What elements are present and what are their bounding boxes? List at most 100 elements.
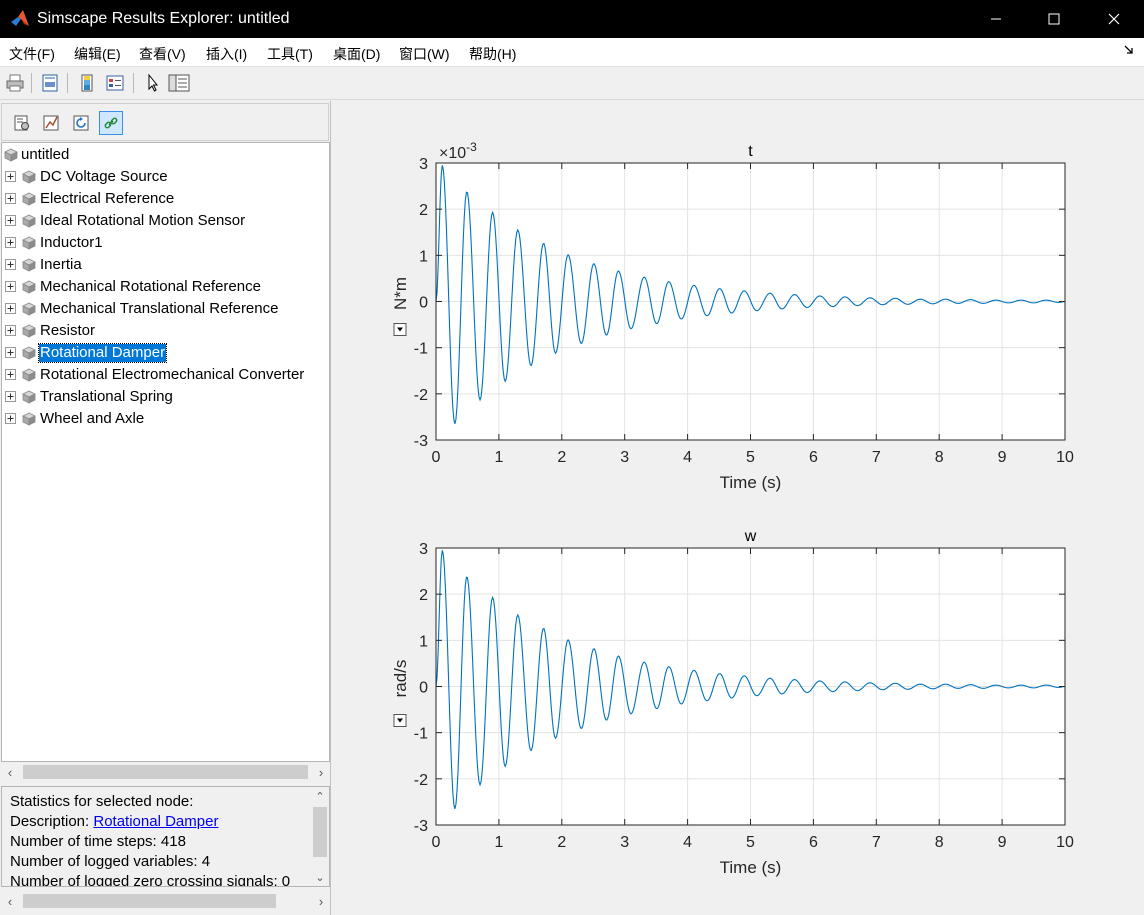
x-tick-label: 3 bbox=[620, 449, 629, 466]
figure-canvas: 0 1 2 3 4 5 6 7 8 9 103210-1-2-3tTime (s)N*m×10-30… bbox=[391, 140, 1074, 877]
node-cube-icon bbox=[22, 280, 36, 294]
minimize-button[interactable] bbox=[967, 0, 1024, 38]
y-axis-label: N*m bbox=[391, 277, 410, 310]
tree-item[interactable]: Inertia bbox=[2, 254, 329, 276]
menu-window[interactable]: 窗口(W) bbox=[399, 44, 450, 64]
expand-plus-icon[interactable] bbox=[5, 281, 16, 292]
tree-item[interactable]: Translational Spring bbox=[2, 386, 329, 408]
print-button[interactable] bbox=[3, 71, 27, 95]
ylabel-dropdown-icon[interactable] bbox=[393, 323, 407, 336]
tree-root[interactable]: untitled bbox=[2, 144, 329, 166]
plot-button[interactable] bbox=[39, 111, 63, 135]
chart-t: 0 1 2 3 4 5 6 7 8 9 103210-1-2-3tTime (s)N*m×10-3 bbox=[391, 140, 1074, 492]
node-cube-icon bbox=[22, 368, 36, 382]
node-cube-icon bbox=[4, 148, 18, 162]
expand-plus-icon[interactable] bbox=[5, 413, 16, 424]
stats-vertical-scrollbar[interactable]: ⌃ ⌄ bbox=[311, 787, 329, 886]
scroll-up-arrow-icon[interactable]: ⌃ bbox=[311, 787, 329, 805]
expand-plus-icon[interactable] bbox=[5, 215, 16, 226]
statistics-panel: Statistics for selected node: Descriptio… bbox=[1, 786, 330, 887]
node-cube-icon bbox=[22, 412, 36, 426]
expand-plus-icon[interactable] bbox=[5, 369, 16, 380]
scroll-right-arrow-icon[interactable]: › bbox=[312, 763, 330, 781]
dock-arrow-icon[interactable] bbox=[1124, 44, 1134, 54]
x-axis-label: Time (s) bbox=[720, 858, 782, 877]
expand-plus-icon[interactable] bbox=[5, 171, 16, 182]
scroll-right-arrow-icon[interactable]: › bbox=[312, 892, 330, 910]
tree-item-label: Resistor bbox=[40, 322, 96, 339]
scroll-left-arrow-icon[interactable]: ‹ bbox=[1, 763, 19, 781]
options-button[interactable] bbox=[10, 111, 34, 135]
tree-item[interactable]: Ideal Rotational Motion Sensor bbox=[2, 210, 329, 232]
ylabel-dropdown-icon[interactable] bbox=[393, 714, 407, 727]
legend-button[interactable] bbox=[103, 71, 127, 95]
menu-file[interactable]: 文件(F) bbox=[9, 44, 55, 64]
menu-tools[interactable]: 工具(T) bbox=[267, 44, 313, 64]
pointer-icon bbox=[148, 73, 159, 92]
y-tick-label: -2 bbox=[414, 387, 428, 404]
tree-item-label: Wheel and Axle bbox=[40, 410, 145, 427]
y-tick-label: 3 bbox=[419, 541, 428, 558]
x-tick-label: 4 bbox=[683, 834, 692, 851]
y-tick-label: -3 bbox=[414, 818, 428, 835]
tree-item[interactable]: Mechanical Translational Reference bbox=[2, 298, 329, 320]
pointer-button[interactable] bbox=[140, 71, 164, 95]
tree-item[interactable]: Rotational Damper bbox=[2, 342, 329, 364]
print-icon bbox=[6, 74, 24, 92]
expand-plus-icon[interactable] bbox=[5, 325, 16, 336]
tree-item[interactable]: Inductor1 bbox=[2, 232, 329, 254]
toolbar-separator bbox=[31, 73, 32, 93]
maximize-icon bbox=[1048, 13, 1059, 25]
chart-title: w bbox=[744, 528, 757, 545]
expand-plus-icon[interactable] bbox=[5, 237, 16, 248]
tree-item[interactable]: Rotational Electromechanical Converter bbox=[2, 364, 329, 386]
node-cube-icon bbox=[22, 170, 36, 184]
property-editor-icon bbox=[168, 74, 190, 92]
node-cube-icon bbox=[22, 390, 36, 404]
tree-horizontal-scrollbar[interactable]: ‹ › bbox=[1, 763, 330, 781]
link-button[interactable] bbox=[99, 111, 123, 135]
menu-view[interactable]: 查看(V) bbox=[139, 44, 186, 64]
expand-plus-icon[interactable] bbox=[5, 391, 16, 402]
tree-item-label: Inertia bbox=[40, 256, 82, 273]
close-button[interactable] bbox=[1085, 0, 1142, 38]
scroll-thumb[interactable] bbox=[23, 765, 308, 779]
menu-help[interactable]: 帮助(H) bbox=[469, 44, 516, 64]
menu-insert[interactable]: 插入(I) bbox=[206, 44, 247, 64]
tree-item[interactable]: Resistor bbox=[2, 320, 329, 342]
y-tick-label: -3 bbox=[414, 433, 428, 450]
x-tick-label: 1 bbox=[494, 449, 503, 466]
menu-edit[interactable]: 编辑(E) bbox=[74, 44, 121, 64]
property-editor-button[interactable] bbox=[167, 71, 191, 95]
scroll-down-arrow-icon[interactable]: ⌄ bbox=[311, 868, 329, 886]
expand-plus-icon[interactable] bbox=[5, 347, 16, 358]
minimize-icon bbox=[990, 18, 1001, 20]
menu-bar: 文件(F) 编辑(E) 查看(V) 插入(I) 工具(T) 桌面(D) 窗口(W… bbox=[0, 38, 1144, 67]
tree-item[interactable]: DC Voltage Source bbox=[2, 166, 329, 188]
window-title: Simscape Results Explorer: untitled bbox=[37, 10, 290, 27]
y-tick-label: 2 bbox=[419, 202, 428, 219]
chart-title: t bbox=[748, 143, 753, 160]
expand-plus-icon[interactable] bbox=[5, 303, 16, 314]
print-preview-button[interactable] bbox=[38, 71, 62, 95]
maximize-button[interactable] bbox=[1025, 0, 1082, 38]
x-tick-label: 0 bbox=[432, 449, 441, 466]
stats-horizontal-scrollbar[interactable]: ‹ › bbox=[1, 892, 330, 910]
scroll-thumb[interactable] bbox=[23, 894, 276, 908]
tree-item[interactable]: Mechanical Rotational Reference bbox=[2, 276, 329, 298]
scroll-thumb[interactable] bbox=[313, 807, 327, 857]
expand-plus-icon[interactable] bbox=[5, 193, 16, 204]
colorbar-icon bbox=[81, 74, 93, 92]
node-cube-icon bbox=[22, 258, 36, 272]
scroll-left-arrow-icon[interactable]: ‹ bbox=[1, 892, 19, 910]
expand-plus-icon[interactable] bbox=[5, 259, 16, 270]
tree-item[interactable]: Wheel and Axle bbox=[2, 408, 329, 430]
y-exponent-power: -3 bbox=[466, 140, 477, 154]
refresh-icon bbox=[73, 115, 89, 131]
colorbar-button[interactable] bbox=[75, 71, 99, 95]
refresh-button[interactable] bbox=[69, 111, 93, 135]
stats-description-link[interactable]: Rotational Damper bbox=[93, 813, 218, 830]
tree-item[interactable]: Electrical Reference bbox=[2, 188, 329, 210]
menu-desktop[interactable]: 桌面(D) bbox=[333, 44, 380, 64]
x-tick-label: 10 bbox=[1056, 834, 1074, 851]
